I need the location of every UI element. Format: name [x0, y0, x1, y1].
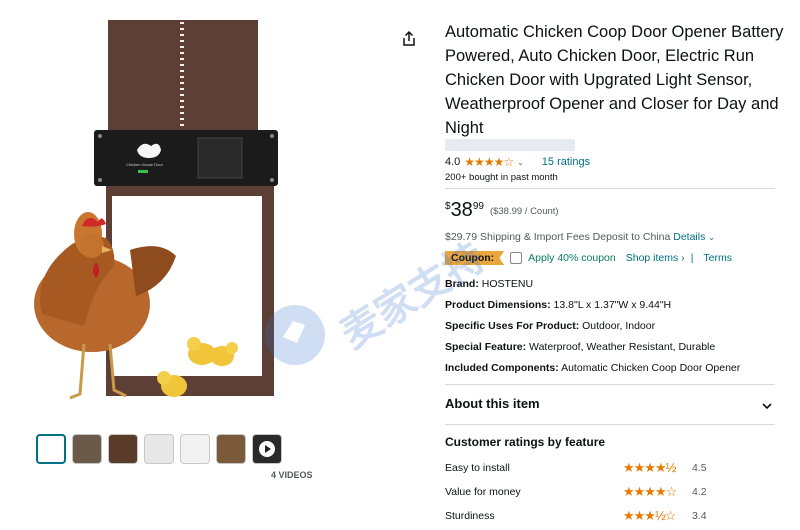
about-section-title[interactable]: About this item	[445, 396, 540, 411]
price-whole: 38	[450, 199, 473, 221]
spec-value: 13.8"L x 1.37"W x 9.44"H	[553, 299, 672, 311]
divider	[445, 424, 775, 425]
feature-stars: ★★★★☆	[623, 484, 677, 499]
chevron-down-icon[interactable]	[762, 398, 772, 410]
feature-value: 3.4	[692, 510, 707, 522]
feature-value: 4.2	[692, 486, 707, 498]
feature-label: Sturdiness	[445, 510, 495, 522]
rating-stars[interactable]: ★★★★☆	[464, 155, 514, 169]
spec-value: Waterproof, Weather Resistant, Durable	[529, 341, 716, 353]
ratings-count-link[interactable]: 15 ratings	[542, 156, 590, 168]
feature-stars: ★★★★½	[623, 460, 676, 475]
thumbnail-1[interactable]	[36, 434, 66, 464]
thumbnail-3[interactable]	[108, 434, 138, 464]
feature-value: 4.5	[692, 462, 707, 474]
shop-items-link[interactable]: Shop items ›	[626, 252, 685, 264]
videos-count-label: 4 VIDEOS	[271, 470, 313, 480]
coupon-separator: |	[690, 252, 694, 264]
price-block: $ 38 99 ($38.99 / Count)	[445, 198, 559, 222]
watermark-logo: 麦家支持	[255, 225, 535, 380]
apply-coupon-label[interactable]: Apply 40% coupon	[528, 252, 616, 264]
video-thumbnail[interactable]	[252, 434, 282, 464]
shipping-details-link[interactable]: Details	[673, 231, 705, 243]
thumbnail-5[interactable]	[180, 434, 210, 464]
thumbnail-4[interactable]	[144, 434, 174, 464]
store-link-blurred[interactable]	[445, 139, 575, 151]
spec-value: Outdoor, Indoor	[582, 320, 656, 332]
divider	[445, 188, 775, 189]
thumbnail-2[interactable]	[72, 434, 102, 464]
chevron-down-icon[interactable]: ⌄	[708, 233, 715, 242]
terms-link[interactable]: Terms	[703, 252, 732, 264]
bought-badge: 200+ bought in past month	[445, 172, 558, 183]
svg-text:麦家支持: 麦家支持	[333, 234, 493, 358]
product-title: Automatic Chicken Coop Door Opener Batte…	[445, 23, 784, 137]
ratings-by-feature-title: Customer ratings by feature	[445, 435, 606, 449]
feature-label: Easy to install	[445, 462, 510, 474]
spec-value: Automatic Chicken Coop Door Opener	[561, 362, 741, 374]
feature-stars: ★★★½☆	[623, 508, 676, 523]
thumbnail-6[interactable]	[216, 434, 246, 464]
thumbnail-strip	[36, 434, 282, 464]
price-per-unit: ($38.99 / Count)	[489, 206, 559, 217]
play-icon	[259, 441, 275, 457]
svg-text:Chicken House Door: Chicken House Door	[126, 162, 164, 167]
divider	[445, 384, 775, 385]
rating-value: 4.0	[445, 156, 461, 168]
price-fraction: 99	[472, 201, 484, 212]
chevron-down-icon[interactable]: ⌄	[517, 158, 524, 167]
feature-label: Value for money	[445, 486, 521, 498]
share-icon[interactable]	[400, 30, 418, 48]
rating-row: 4.0 ★★★★☆ ⌄ 15 ratings	[445, 155, 590, 169]
